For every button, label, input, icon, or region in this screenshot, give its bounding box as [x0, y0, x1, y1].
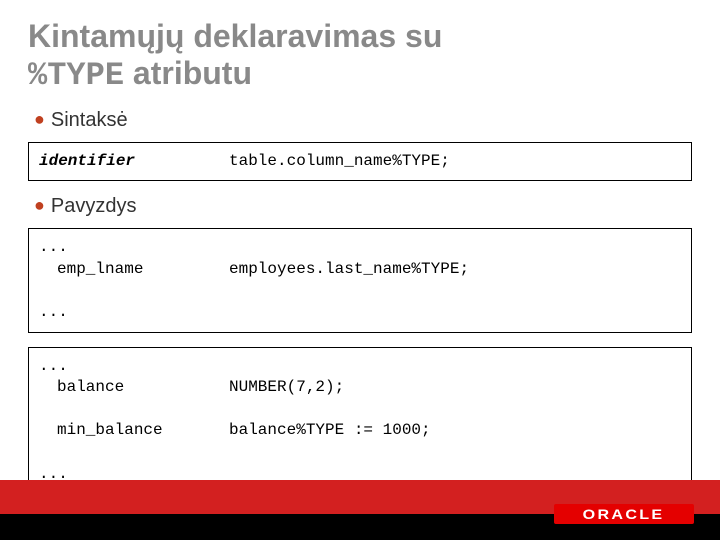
title-code: %TYPE	[28, 57, 124, 94]
example-box-1: ... emp_lnameemployees.last_name%TYPE; .…	[28, 228, 692, 332]
bullet-syntax: ● Sintaksė	[34, 109, 692, 132]
var-name: min_balance	[39, 420, 229, 442]
bullet-example: ● Pavyzdys	[34, 195, 692, 218]
dots: ...	[39, 303, 68, 321]
bullet-icon: ●	[34, 109, 45, 129]
var-name: emp_lname	[39, 259, 229, 281]
example-box-2: ... balanceNUMBER(7,2); min_balancebalan…	[28, 347, 692, 495]
oracle-logo: ORACLE	[554, 504, 694, 524]
syntax-identifier: identifier	[39, 151, 229, 173]
var-name: balance	[39, 377, 229, 399]
title-rest: atributu	[124, 55, 252, 91]
slide-title: Kintamųjų deklaravimas su %TYPE atributu	[28, 18, 692, 95]
syntax-decl: table.column_name%TYPE;	[229, 151, 681, 173]
var-decl: employees.last_name%TYPE;	[229, 259, 681, 281]
title-line1: Kintamųjų deklaravimas su	[28, 18, 442, 54]
bullet-syntax-label: Sintaksė	[51, 109, 128, 131]
syntax-box: identifiertable.column_name%TYPE;	[28, 142, 692, 182]
dots: ...	[39, 357, 68, 375]
oracle-logo-text: ORACLE	[583, 506, 665, 522]
bullet-icon: ●	[34, 195, 45, 215]
dots: ...	[39, 238, 68, 256]
var-decl: balance%TYPE := 1000;	[229, 420, 681, 442]
footer: ORACLE	[0, 480, 720, 540]
var-decl: NUMBER(7,2);	[229, 377, 681, 399]
bullet-example-label: Pavyzdys	[51, 195, 137, 217]
